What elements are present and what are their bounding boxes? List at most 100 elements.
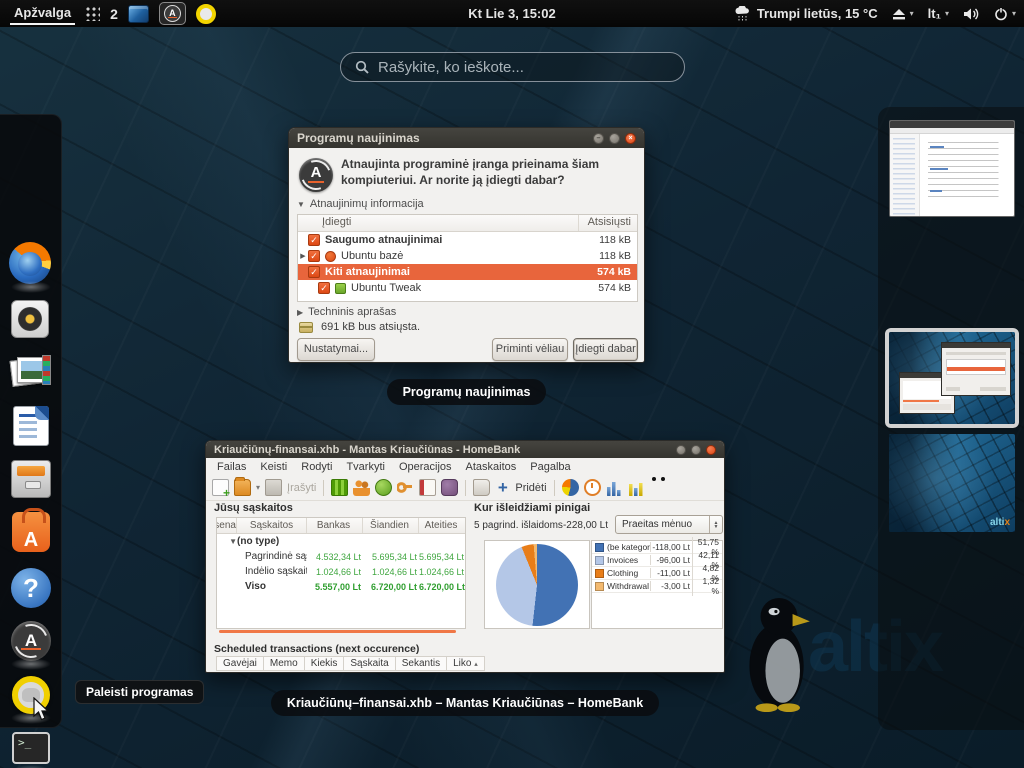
checkbox-checked[interactable]: ✓ [318,282,330,294]
update-row-security[interactable]: ✓ Saugumo atnaujinimai 118 kB [298,232,637,248]
maximize-button[interactable] [609,133,620,144]
weather-indicator[interactable]: Trumpi lietūs, 15 °C [734,6,878,21]
menu-file[interactable]: Failas [210,460,253,474]
dock-item-image-viewer[interactable] [9,351,53,395]
menu-help[interactable]: Pagalba [523,460,577,474]
system-menu[interactable]: ▾ [994,7,1016,21]
spending-pie-chart[interactable] [496,544,578,626]
column-account[interactable]: Sąskaita [344,657,395,670]
window-count: 2 [110,6,118,22]
baltix-app-icon[interactable] [196,4,216,24]
column-next[interactable]: Sekantis [396,657,447,670]
terminal-icon: >_ [12,732,50,764]
payees-button[interactable] [353,479,370,496]
preferences-button[interactable] [441,479,458,496]
open-file-button[interactable] [234,479,251,496]
clock[interactable]: Kt Lie 3, 15:02 [468,6,555,21]
workspace-thumbnail-1[interactable] [889,120,1015,217]
legend-swatch [595,543,604,552]
dock-item-terminal[interactable]: >_ [9,726,53,768]
dock-item-help[interactable]: ? [9,566,53,610]
close-button[interactable]: × [625,133,636,144]
column-future[interactable]: Ateities [419,518,465,533]
menu-edit[interactable]: Keisti [253,460,294,474]
dock-item-firefox[interactable] [9,242,53,286]
terminal-app-icon[interactable] [128,5,149,23]
column-left[interactable]: Liko ▴ [447,657,484,670]
settings-button[interactable]: Nustatymai... [297,338,375,361]
window-grid-icon[interactable] [85,6,100,21]
minimize-button[interactable] [676,445,686,455]
technical-description-expander[interactable]: ▶ Techninis aprašas [297,306,396,318]
workspace-thumbnail-2-active[interactable] [885,328,1019,428]
thumb-browser-content [890,134,1014,217]
dock-item-libreoffice-writer[interactable] [9,404,53,448]
updates-table: Įdiegti Atsisiųsti ✓ Saugumo atnaujinima… [297,214,638,302]
report-balance-button[interactable] [628,479,645,496]
dock-item-software-updater[interactable]: A [9,619,53,663]
column-status[interactable]: Būsena [217,518,237,533]
checkbox-checked[interactable]: ✓ [308,250,320,262]
checkbox-checked[interactable]: ✓ [308,266,320,278]
account-row[interactable]: Indėlio sąskaita 1.024,66 Lt 1.024,66 Lt… [217,564,465,579]
close-button[interactable] [706,445,716,455]
install-now-button[interactable]: Įdiegti dabar [573,338,638,361]
search-input[interactable]: Rašykite, ko ieškote... [340,52,685,82]
software-updater-window[interactable]: Programų naujinimas – × A Atnaujinta pro… [288,127,645,363]
show-ledger-button[interactable] [473,479,490,496]
report-statistics-button[interactable] [562,479,579,496]
dock-item-rhythmbox[interactable] [9,298,53,342]
dock-item-software-center[interactable]: A [9,510,53,554]
budget-button[interactable] [419,479,436,496]
column-download[interactable]: Atsisiųsti [579,215,637,231]
column-amount[interactable]: Kiekis [305,657,345,670]
remind-later-button[interactable]: Priminti vėliau [492,338,568,361]
assignments-button[interactable] [397,479,414,496]
update-row-other-selected[interactable]: ✓ Kiti atnaujinimai 574 kB [298,264,637,280]
legend-row[interactable]: Withdrawal of cash -3,00 Lt 1,32 % [592,580,722,593]
account-ledger-button[interactable] [331,479,348,496]
report-trendtime-button[interactable] [584,479,601,496]
horizontal-scrollbar[interactable] [219,630,456,633]
menu-view[interactable]: Rodyti [294,460,339,474]
homebank-window[interactable]: Kriaučiūnų-finansai.xhb - Mantas Kriauči… [205,440,725,673]
open-dropdown-icon[interactable]: ▾ [256,483,260,492]
software-updater-app-icon[interactable]: A [159,2,186,25]
software-updater-icon: A [11,621,51,661]
keyboard-layout-menu[interactable]: lt₁ ▾ [928,6,949,21]
menu-transactions[interactable]: Operacijos [392,460,459,474]
column-memo[interactable]: Memo [264,657,305,670]
activities-button[interactable]: Apžvalga [10,3,75,25]
report-chart-button[interactable] [606,479,623,496]
column-today[interactable]: Šiandien [363,518,419,533]
column-bank[interactable]: Bankas [307,518,363,533]
column-payees[interactable]: Gavėjai [217,657,264,670]
volume-indicator[interactable] [963,7,980,21]
period-dropdown[interactable]: Praeitas mėnuo ▲ ▼ [615,515,723,534]
account-group-row[interactable]: ▼ (no type) [217,534,465,549]
dock-item-file-cabinet[interactable] [9,457,53,501]
spinner-icons[interactable]: ▲ ▼ [709,516,722,533]
expander-collapsed-icon[interactable]: ▶ [298,252,308,260]
updates-info-expander[interactable]: ▼ Atnaujinimų informacija [297,198,424,210]
account-row[interactable]: Pagrindinė sąska 4.532,34 Lt 5.695,34 Lt… [217,549,465,564]
minimize-button[interactable]: – [593,133,604,144]
update-row-ubuntu-base[interactable]: ▶ ✓ Ubuntu bazė 118 kB [298,248,637,264]
menu-manage[interactable]: Tvarkyti [339,460,392,474]
homebank-titlebar[interactable]: Kriaučiūnų-finansai.xhb - Mantas Kriauči… [206,441,724,458]
add-transaction-icon[interactable]: + [495,479,510,496]
maximize-button[interactable] [691,445,701,455]
update-row-ubuntu-tweak[interactable]: ✓ Ubuntu Tweak 574 kB [298,280,637,296]
workspace-thumbnail-3[interactable]: altix [889,434,1015,532]
updater-titlebar[interactable]: Programų naujinimas – × [289,128,644,148]
add-transaction-label[interactable]: Pridėti [515,482,546,494]
column-accounts[interactable]: Sąskaitos [237,518,307,533]
accounts-table[interactable]: Būsena Sąskaitos Bankas Šiandien Ateitie… [216,517,466,629]
expander-open-icon[interactable]: ▼ [229,537,237,546]
new-file-button[interactable] [212,479,229,496]
checkbox-checked[interactable]: ✓ [308,234,320,246]
menu-reports[interactable]: Ataskaitos [459,460,524,474]
categories-button[interactable] [375,479,392,496]
column-install[interactable]: Įdiegti [298,215,579,231]
removable-media-menu[interactable]: ▾ [892,8,914,20]
